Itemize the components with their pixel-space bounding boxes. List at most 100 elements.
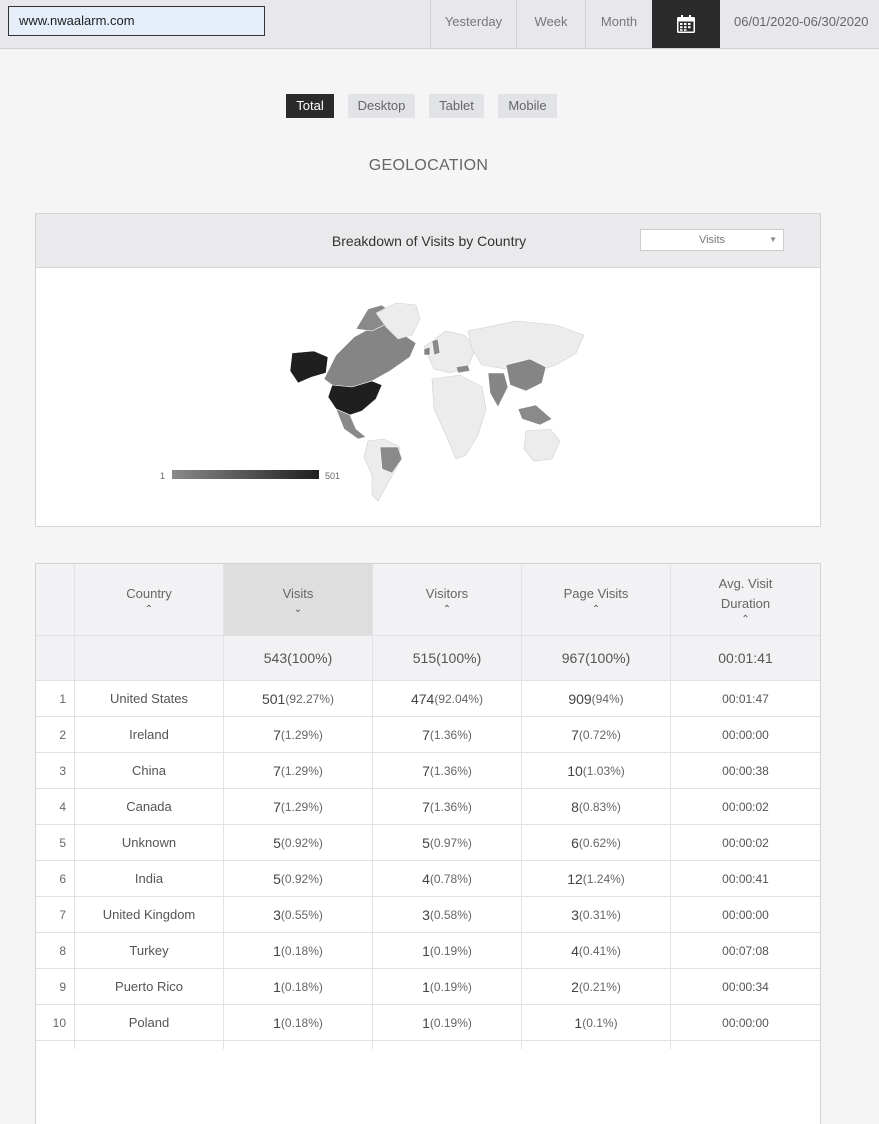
table-row[interactable]: 1 United States 501 (92.27%) 474 (92.04%) 909(… [36,681,820,717]
map-country-brazil[interactable] [379,446,403,474]
header-visitors[interactable]: Visitors ⌃ [373,564,522,635]
row-page-visits: 909 (94%) [522,681,671,716]
map-country-africa[interactable] [431,374,487,460]
row-index: 10 [36,1005,75,1040]
row-visitors-value: 1 [422,942,430,959]
range-month-button[interactable]: Month [585,0,652,48]
row-page-visits-pct: (0.1%) [582,1015,618,1030]
row-duration: 00:00:00 [722,907,769,922]
row-visits-pct: (0.92%) [280,871,323,886]
row-visitors-pct: (1.36%) [429,763,472,778]
table-row[interactable]: 5 Unknown 5 (0.92%) 5 (0.97%) 6 (0.62%) 00:00:02 [36,825,820,861]
row-index: 7 [36,897,75,932]
tab-tablet[interactable]: Tablet [429,94,484,118]
row-page-visits: 8 (0.83%) [522,789,671,824]
map-country-australia[interactable] [523,428,561,462]
row-visits-pct: (92.27%) [285,691,335,706]
row-visits-pct: (0.55%) [280,907,323,922]
row-visitors-pct: (92.04%) [434,691,484,706]
table-row-partial [36,1041,820,1049]
row-page-visits-value: 909 [568,690,592,707]
row-visitors-value: 7 [422,762,430,779]
row-country: United Kingdom [75,897,224,932]
date-range-label[interactable]: 06/01/2020-06/30/2020 [720,0,879,48]
row-visitors-pct: (0.78%) [429,871,472,886]
row-visits-pct: (1.29%) [280,799,323,814]
table-row[interactable]: 9 Puerto Rico 1 (0.18%) 1 (0.19%) 2 (0.21%) 00:0… [36,969,820,1005]
row-page-visits-value: 2 [571,978,579,995]
map-country-southeast-asia[interactable] [517,404,553,426]
row-visitors: 1 (0.19%) [373,969,522,1004]
row-page-visits-pct: (0.41%) [578,943,621,958]
tab-desktop[interactable]: Desktop [348,94,415,118]
row-page-visits-value: 3 [571,906,579,923]
row-page-visits-value: 6 [571,834,579,851]
row-visitors-value: 4 [422,870,430,887]
tab-total[interactable]: Total [286,94,334,118]
row-visits: 1 (0.18%) [224,969,373,1004]
row-visitors-value: 1 [422,1014,430,1031]
table-row[interactable]: 8 Turkey 1 (0.18%) 1 (0.19%) 4 (0.41%) 00:07:08 [36,933,820,969]
row-visits: 1 (0.18%) [224,933,373,968]
calendar-icon [677,15,695,33]
header-page-visits[interactable]: Page Visits ⌃ [522,564,671,635]
legend-max: 501 [325,471,340,481]
row-visitors-pct: (0.97%) [429,835,472,850]
section-title: GEOLOCATION [368,157,489,174]
row-index: 4 [36,789,75,824]
tab-mobile[interactable]: Mobile [498,94,557,118]
table-row[interactable]: 2 Ireland 7 (1.29%) 7 (1.36%) 7 (0.72%) 00:00:00 [36,717,820,753]
map-country-china[interactable] [505,358,547,392]
row-visitors-pct: (1.36%) [429,799,472,814]
map-country-alaska[interactable] [289,350,329,384]
table-row[interactable]: 3 China 7 (1.29%) 7 (1.36%) 10 (1.03%) 00:00:38 [36,753,820,789]
row-country: Poland [75,1005,224,1040]
metric-dropdown-value: Visits [698,234,726,246]
row-duration: 00:00:00 [722,727,769,742]
row-visits: 7 (1.29%) [224,753,373,788]
legend-min: 1 [160,471,165,481]
header-duration[interactable]: Avg. Visit Duration ⌃ [671,564,820,635]
metric-dropdown[interactable]: Visits ▼ [640,229,784,251]
range-yesterday-button[interactable]: Yesterday [430,0,516,48]
table-row[interactable]: 4 Canada 7 (1.29%) 7 (1.36%) 8 (0.83%) 00:00:02 [36,789,820,825]
header-index [36,564,75,635]
row-visitors-pct: (0.19%) [429,979,472,994]
table-row[interactable]: 10 Poland 1 (0.18%) 1 (0.19%) 1 (0.1%) 00:00:00 [36,1005,820,1041]
row-page-visits-pct: (0.83%) [578,799,621,814]
table-header-row: Country ⌃ Visits ⌄ Visitors ⌃ Page Visit… [36,564,820,636]
row-country: China [75,753,224,788]
row-duration: 00:00:34 [722,979,769,994]
row-country: Turkey [75,933,224,968]
row-visitors: 3 (0.58%) [373,897,522,932]
row-visitors: 5 (0.97%) [373,825,522,860]
row-visits-pct: (0.92%) [280,835,323,850]
row-visitors-value: 7 [422,798,430,815]
chevron-up-icon: ⌃ [144,603,154,615]
map-country-india[interactable] [487,372,509,408]
row-duration: 00:07:08 [722,943,769,958]
row-visits-value: 7 [273,762,281,779]
total-visits: 543(100%) [224,636,373,680]
site-selector[interactable]: www.nwaalarm.com [8,6,265,36]
range-week-button[interactable]: Week [516,0,585,48]
row-country: Unknown [75,825,224,860]
header-visits[interactable]: Visits ⌄ [224,564,373,635]
row-visitors-value: 1 [422,978,430,995]
row-page-visits: 10 (1.03%) [522,753,671,788]
row-visitors-value: 3 [422,906,430,923]
row-page-visits-pct: (94%) [591,691,624,706]
row-page-visits-value: 4 [571,942,579,959]
header-country[interactable]: Country ⌃ [75,564,224,635]
table-row[interactable]: 6 India 5 (0.92%) 4 (0.78%) 12 (1.24%) 00:00:41 [36,861,820,897]
row-page-visits-value: 10 [567,762,583,779]
table-row[interactable]: 7 United Kingdom 3 (0.55%) 3 (0.58%) 3 (0.31%) 0… [36,897,820,933]
row-visits-value: 3 [273,906,281,923]
row-visits-value: 1 [273,978,281,995]
row-index: 3 [36,753,75,788]
world-map[interactable]: 1 501 [36,269,820,527]
calendar-button[interactable] [652,0,720,48]
map-header: Breakdown of Visits by Country Visits ▼ [36,214,820,268]
row-duration: 00:00:41 [722,871,769,886]
row-visits: 3 (0.55%) [224,897,373,932]
